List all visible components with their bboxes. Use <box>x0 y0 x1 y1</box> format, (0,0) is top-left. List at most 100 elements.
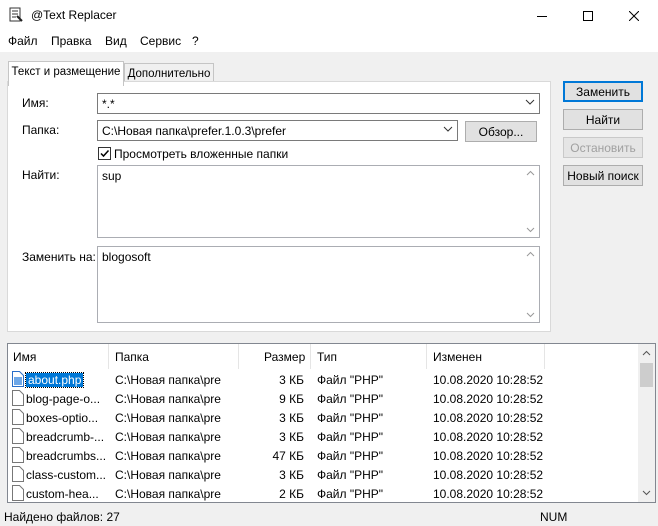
replace-button[interactable]: Заменить <box>563 81 643 102</box>
column-size[interactable]: Размер <box>264 350 305 364</box>
row-modified: 10.08.2020 10:28:52 <box>433 411 544 425</box>
folder-label: Папка: <box>22 123 60 137</box>
row-folder: C:\Новая папка\pre <box>115 392 221 406</box>
replace-scrollbar[interactable] <box>522 247 539 322</box>
row-size: 47 КБ <box>272 449 304 463</box>
checkmark-icon <box>100 149 110 158</box>
row-type: Файл "PHP" <box>317 411 384 425</box>
row-folder: C:\Новая папка\pre <box>115 430 221 444</box>
results-scrollbar[interactable] <box>638 344 655 502</box>
maximize-button[interactable] <box>565 0 611 31</box>
results-list[interactable]: Имя Папка Размер Тип Изменен about.php C:… <box>7 343 656 503</box>
row-size: 9 КБ <box>279 392 304 406</box>
row-size: 3 КБ <box>279 430 304 444</box>
table-row[interactable]: class-custom... C:\Новая папка\pre 3 КБ Фай… <box>8 465 638 484</box>
scroll-down-icon <box>526 227 535 233</box>
find-textarea[interactable]: sup <box>97 165 540 238</box>
scroll-down-icon <box>642 490 651 496</box>
replace-label: Заменить на: <box>22 250 96 264</box>
row-type: Файл "PHP" <box>317 449 384 463</box>
table-row[interactable]: about.php C:\Новая папка\pre 3 КБ Файл "PHP… <box>8 370 638 389</box>
row-type: Файл "PHP" <box>317 468 384 482</box>
row-modified: 10.08.2020 10:28:52 <box>433 468 544 482</box>
name-combo[interactable]: *.* <box>97 93 540 114</box>
chevron-down-icon <box>525 99 535 105</box>
row-modified: 10.08.2020 10:28:52 <box>433 373 544 387</box>
results-header: Имя Папка Размер Тип Изменен <box>8 344 638 369</box>
php-file-icon <box>12 409 24 425</box>
row-modified: 10.08.2020 10:28:52 <box>433 449 544 463</box>
row-size: 3 КБ <box>279 468 304 482</box>
replace-textarea[interactable]: blogosoft <box>97 246 540 323</box>
name-label: Имя: <box>22 96 49 110</box>
menu-bar: Файл Правка Вид Сервис ? <box>0 31 658 52</box>
stop-button[interactable]: Остановить <box>563 137 643 158</box>
tab-text-and-location[interactable]: Текст и размещение <box>8 61 124 86</box>
scroll-up-icon <box>526 251 535 257</box>
row-modified: 10.08.2020 10:28:52 <box>433 430 544 444</box>
find-scrollbar[interactable] <box>522 166 539 237</box>
menu-file[interactable]: Файл <box>8 34 38 48</box>
close-icon <box>629 10 639 21</box>
php-file-icon <box>12 428 24 444</box>
subfolders-checkbox[interactable] <box>98 147 111 160</box>
scroll-down-icon <box>526 312 535 318</box>
php-file-icon <box>12 371 24 387</box>
php-file-icon <box>12 390 24 406</box>
row-folder: C:\Новая папка\pre <box>115 411 221 425</box>
find-textarea-value: sup <box>102 169 122 183</box>
menu-tools[interactable]: Сервис <box>140 34 181 48</box>
column-modified[interactable]: Изменен <box>433 350 482 364</box>
chevron-down-icon <box>443 126 453 132</box>
menu-help[interactable]: ? <box>192 34 199 48</box>
maximize-icon <box>583 10 593 21</box>
row-folder: C:\Новая папка\pre <box>115 468 221 482</box>
app-icon <box>9 7 23 22</box>
folder-combo-value: C:\Новая папка\prefer.1.0.3\prefer <box>102 124 287 138</box>
subfolders-label: Просмотреть вложенные папки <box>114 147 289 161</box>
window-title: @Text Replacer <box>31 8 117 22</box>
scroll-thumb[interactable] <box>640 363 653 387</box>
row-name: breadcrumb-... <box>26 430 105 444</box>
row-size: 2 КБ <box>279 487 304 501</box>
row-folder: C:\Новая папка\pre <box>115 487 221 501</box>
table-row[interactable]: breadcrumbs... C:\Новая папка\pre 47 КБ Фай… <box>8 446 638 465</box>
folder-combo[interactable]: C:\Новая папка\prefer.1.0.3\prefer <box>97 120 458 141</box>
status-found: Найдено файлов: 27 <box>4 510 120 524</box>
row-modified: 10.08.2020 10:28:52 <box>433 487 544 501</box>
row-folder: C:\Новая папка\pre <box>115 449 221 463</box>
find-label: Найти: <box>22 168 60 182</box>
row-name: class-custom... <box>26 468 107 482</box>
table-row[interactable]: blog-page-o... C:\Новая папка\pre 9 КБ Файл… <box>8 389 638 408</box>
row-type: Файл "PHP" <box>317 373 384 387</box>
row-modified: 10.08.2020 10:28:52 <box>433 392 544 406</box>
browse-button[interactable]: Обзор... <box>465 121 537 142</box>
row-size: 3 КБ <box>279 373 304 387</box>
column-type[interactable]: Тип <box>317 350 337 364</box>
row-type: Файл "PHP" <box>317 430 384 444</box>
menu-edit[interactable]: Правка <box>51 34 92 48</box>
name-combo-value: *.* <box>102 97 115 111</box>
status-num: NUM <box>540 510 568 524</box>
row-name: blog-page-o... <box>26 392 101 406</box>
table-row[interactable]: breadcrumb-... C:\Новая папка\pre 3 КБ Файл… <box>8 427 638 446</box>
table-row[interactable]: boxes-optio... C:\Новая папка\pre 3 КБ Файл… <box>8 408 638 427</box>
row-type: Файл "PHP" <box>317 392 384 406</box>
row-name: boxes-optio... <box>26 411 99 425</box>
scroll-up-icon <box>642 350 651 356</box>
close-button[interactable] <box>611 0 657 31</box>
row-type: Файл "PHP" <box>317 487 384 501</box>
new-search-button[interactable]: Новый поиск <box>563 165 643 186</box>
title-bar: @Text Replacer <box>0 0 658 31</box>
minimize-button[interactable] <box>519 0 565 31</box>
column-folder[interactable]: Папка <box>115 350 149 364</box>
table-row[interactable]: custom-hea... C:\Новая папка\pre 2 КБ Файл … <box>8 484 638 502</box>
row-name: custom-hea... <box>26 487 99 501</box>
php-file-icon <box>12 485 24 501</box>
status-bar: Найдено файлов: 27 NUM <box>0 506 658 526</box>
row-name: about.php <box>24 372 85 388</box>
column-name[interactable]: Имя <box>13 350 36 364</box>
menu-view[interactable]: Вид <box>105 34 127 48</box>
search-panel: Имя: *.* Папка: C:\Новая папка\prefer.1.… <box>7 81 551 332</box>
find-button[interactable]: Найти <box>563 109 643 130</box>
